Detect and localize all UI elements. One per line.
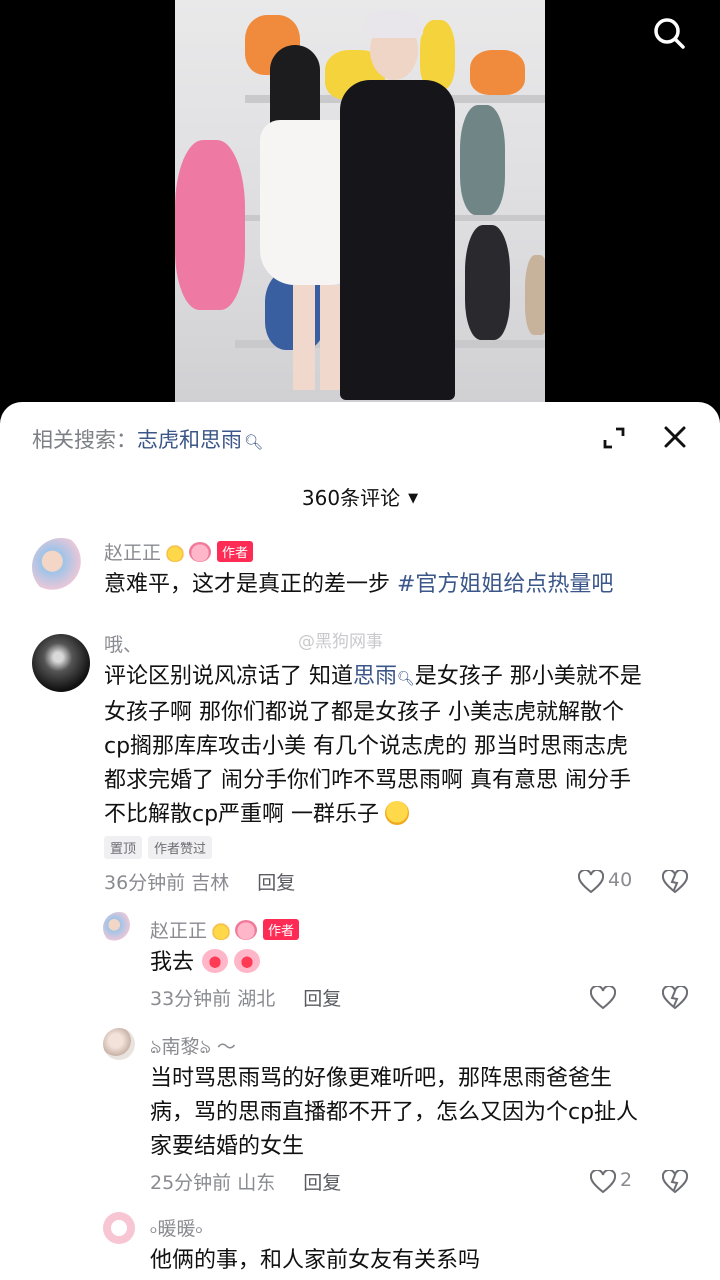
related-search-term[interactable]: 志虎和思雨 — [137, 428, 242, 452]
reply-button[interactable]: 回复 — [257, 872, 295, 894]
pig-heart-emoji-icon — [234, 949, 261, 973]
related-search-prefix: 相关搜索： — [32, 428, 137, 452]
comment-meta: 25分钟前 山东 回复 — [150, 1168, 341, 1195]
comment-time: 36分钟前 吉林 — [104, 872, 230, 894]
related-search-icon: 🔍︎ — [244, 433, 264, 451]
avatar[interactable] — [103, 1028, 135, 1060]
comment-text: 意难平，这才是真正的差一步 #官方姐姐给点热量吧 — [104, 572, 614, 597]
comments-count-label: 360条评论 — [301, 486, 401, 510]
comment-text: 他俩的事，和人家前女友有关系吗 — [150, 1248, 481, 1273]
comment-author[interactable]: 赵正正 作者 — [104, 538, 254, 565]
author-badge: 作者 — [217, 541, 254, 562]
like-icon[interactable] — [577, 868, 605, 894]
keyword-link[interactable]: 思雨 — [353, 664, 397, 689]
avatar[interactable] — [103, 912, 135, 944]
pig-heart-emoji-icon — [202, 949, 229, 973]
comment-text: 我去 — [150, 946, 261, 980]
comment-sheet: @黑狗网事 相关搜索：志虎和思雨 🔍︎ 360条评论 ▼ 赵正正 作者 意难平，这才是… — [0, 402, 720, 1280]
video-frame — [175, 0, 545, 420]
comments-count-dropdown[interactable]: 360条评论 ▼ — [0, 482, 720, 511]
dislike-icon[interactable] — [661, 1168, 689, 1194]
dislike-icon[interactable] — [661, 868, 689, 894]
reply-button[interactable]: 回复 — [303, 1172, 341, 1194]
related-search[interactable]: 相关搜索：志虎和思雨 🔍︎ — [32, 424, 263, 454]
author-badge: 作者 — [263, 919, 300, 940]
chick-icon — [210, 920, 233, 940]
comment-author[interactable]: ঌ南黎ঌ ～ — [150, 1032, 236, 1065]
chick-icon — [164, 542, 187, 562]
avatar[interactable] — [32, 538, 90, 596]
watermark: @黑狗网事 — [298, 632, 383, 652]
like-count: 40 — [608, 869, 633, 891]
video-player[interactable] — [0, 0, 720, 420]
avatar[interactable] — [103, 1212, 135, 1244]
search-icon[interactable] — [650, 14, 690, 54]
comment-time: 25分钟前 山东 — [150, 1172, 276, 1194]
comment-time: 33分钟前 湖北 — [150, 988, 276, 1010]
dislike-icon[interactable] — [661, 984, 689, 1010]
like-icon[interactable] — [589, 1168, 617, 1194]
reply-button[interactable]: 回复 — [303, 988, 341, 1010]
avatar[interactable] — [32, 634, 90, 692]
like-icon[interactable] — [589, 984, 617, 1010]
comment-author[interactable]: 哦、 — [104, 630, 142, 657]
hashtag-link[interactable]: #官方姐姐给点热量吧 — [397, 572, 613, 597]
comment-meta: 33分钟前 湖北 回复 — [150, 984, 341, 1011]
expand-icon[interactable] — [602, 426, 626, 450]
pinned-tag: 置顶 — [104, 836, 143, 859]
comment-text: 评论区别说风凉话了 知道思雨🔍︎是女孩子 那小美就不是 女孩子啊 那你们都说了都… — [104, 664, 642, 827]
comment-tags: 置顶 作者赞过 — [104, 836, 218, 859]
grin-emoji-icon — [385, 801, 410, 825]
keyword-search-icon: 🔍︎ — [397, 671, 415, 687]
like-count: 2 — [620, 1169, 633, 1191]
comment-meta: 36分钟前 吉林 回复 — [104, 868, 295, 895]
comment-author[interactable]: ৹暖暖৹ — [150, 1214, 203, 1247]
comment-text: 当时骂思雨骂的好像更难听吧，那阵思雨爸爸生 病，骂的思雨直播都不开了，怎么又因为… — [150, 1066, 639, 1159]
pig-icon — [235, 920, 258, 940]
author-liked-tag: 作者赞过 — [148, 836, 213, 859]
comment-author[interactable]: 赵正正 作者 — [150, 916, 300, 943]
caret-down-icon: ▼ — [408, 491, 419, 506]
pig-icon — [189, 542, 212, 562]
close-icon[interactable] — [662, 424, 688, 450]
